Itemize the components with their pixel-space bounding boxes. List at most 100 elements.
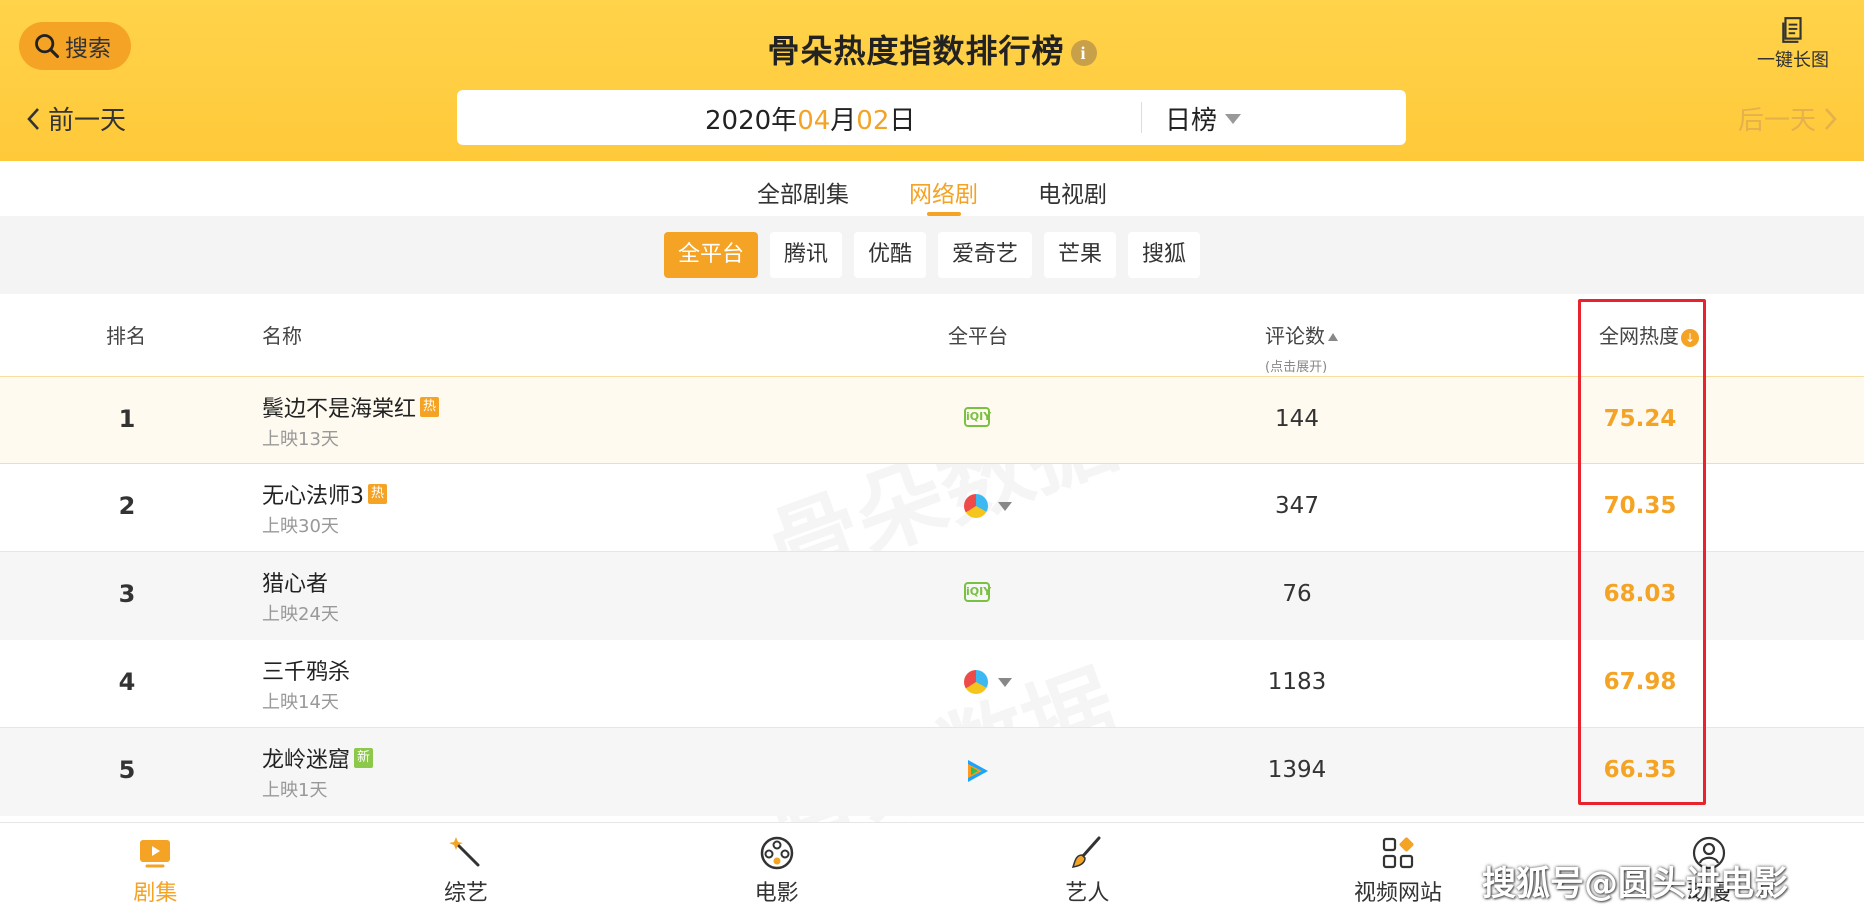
date-divider [1141,102,1142,133]
date-year-unit: 年 [771,106,798,136]
tencent-video-icon [968,760,988,782]
show-title[interactable]: 无心法师3 热 [262,478,388,510]
next-day-button[interactable]: 后一天 [1738,100,1838,137]
iqiyi-icon: iQIY [964,582,991,602]
table-row[interactable]: 1 鬓边不是海棠红热 上映13天 iQIY 144 75.24 [0,376,1864,464]
days-on-air: 上映24天 [262,604,339,625]
heat-value: 70.35 [1603,493,1677,519]
header-heat-label: 全网热度 [1599,324,1679,348]
platform-cell[interactable] [964,494,1012,518]
platform-chip-youku[interactable]: 优酷 [853,232,926,278]
heat-value: 68.03 [1603,581,1677,607]
info-icon[interactable]: i [1070,40,1097,66]
multi-platform-icon [964,494,988,518]
rank-number: 5 [118,756,136,784]
ranking-list: 1 鬓边不是海棠红热 上映13天 iQIY 144 75.24 2 无心法师3 热… [0,376,1864,816]
prev-day-button[interactable]: 前一天 [26,100,126,137]
chevron-left-icon [27,107,39,130]
caret-down-icon[interactable] [998,677,1012,687]
page-title: 骨朵热度指数排行榜 i [0,26,1864,72]
platform-chip-mango[interactable]: 芒果 [1044,232,1117,278]
source-watermark: 搜狐号@圆头讲电影 [1482,864,1788,904]
sort-desc-icon: ↓ [1681,329,1699,347]
platform-cell[interactable] [964,670,1012,694]
date-month-unit: 月 [830,106,857,136]
days-on-air: 上映30天 [262,516,339,537]
date-year: 2020 [705,106,772,136]
date-selector[interactable]: 2020年04月02日 日榜 [457,90,1406,145]
page-title-text: 骨朵热度指数排行榜 [767,32,1065,70]
nav-video-sites-label: 视频网站 [1354,881,1443,906]
hot-badge: 热 [420,397,440,417]
caret-down-icon [1225,113,1242,124]
show-title[interactable]: 三千鸦杀 [262,654,350,686]
tab-all-series[interactable]: 全部剧集 [727,161,879,216]
platform-cell: iQIY [964,407,991,427]
show-title-text: 鬓边不是海棠红 [262,397,417,422]
platform-chip-all[interactable]: 全平台 [663,232,758,278]
nav-movie[interactable]: 电影 [621,823,932,917]
multi-platform-icon [964,670,988,694]
platform-filter: 全平台 腾讯 优酷 爱奇艺 芒果 搜狐 [0,216,1864,294]
header-platform: 全平台 [948,324,1008,348]
table-row[interactable]: 2 无心法师3 热 上映30天 347 70.35 [0,464,1864,552]
heat-value: 66.35 [1603,757,1677,783]
nav-movie-label: 电影 [754,881,799,906]
hot-badge: 热 [368,484,388,504]
long-image-label: 一键长图 [1757,50,1829,71]
show-title[interactable]: 猎心者 [262,566,328,598]
nav-artist[interactable]: 艺人 [932,823,1243,917]
show-title[interactable]: 龙岭迷窟新 [262,742,374,774]
heat-value: 75.24 [1603,406,1677,432]
comment-count[interactable]: 1183 [1222,669,1372,695]
show-title-text: 龙岭迷窟 [262,748,351,773]
platform-chip-sohu[interactable]: 搜狐 [1128,232,1201,278]
category-tabs: 全部剧集 网络剧 电视剧 [0,161,1864,216]
header-rank: 排名 [106,324,146,348]
nav-series[interactable]: 剧集 [0,823,311,917]
days-on-air: 上映13天 [262,429,339,450]
rank-number: 1 [118,405,136,433]
nav-artist-label: 艺人 [1065,881,1110,906]
prev-day-label: 前一天 [48,106,127,136]
show-title-text: 无心法师3 [262,484,364,509]
show-title-text: 猎心者 [262,572,329,597]
header-comments[interactable]: 评论数 [1265,320,1338,349]
nav-variety[interactable]: 综艺 [311,823,622,917]
rank-number: 3 [118,580,136,608]
date-day: 02 [856,106,890,136]
next-day-label: 后一天 [1737,106,1816,136]
tab-tv-series[interactable]: 电视剧 [1008,161,1137,216]
rank-number: 4 [118,668,136,696]
header-comments-hint[interactable]: (点击展开) [1265,356,1327,375]
rank-number: 2 [118,492,136,520]
new-badge: 新 [354,748,374,768]
platform-chip-iqiyi[interactable]: 爱奇艺 [938,232,1033,278]
tab-web-series[interactable]: 网络剧 [879,161,1008,216]
days-on-air: 上映1天 [262,780,328,801]
nav-series-label: 剧集 [133,881,178,906]
rank-type-label: 日榜 [1165,106,1218,136]
comment-count[interactable]: 76 [1222,581,1372,607]
table-row[interactable]: 3 猎心者 上映24天 iQIY 76 68.03 [0,552,1864,640]
header-comments-label: 评论数 [1265,324,1325,348]
table-row[interactable]: 4 三千鸦杀 上映14天 1183 67.98 [0,640,1864,728]
header-name: 名称 [262,324,302,348]
brush-icon [1072,836,1101,868]
header-bar: 搜索 骨朵热度指数排行榜 i 一键长图 前一天 2020年04月02日 日榜 后一… [0,0,1864,161]
comment-count[interactable]: 1394 [1222,757,1372,783]
header-heat[interactable]: 全网热度 ↓ [1599,320,1699,349]
film-reel-icon [760,836,793,870]
heat-value: 67.98 [1603,669,1677,695]
rank-type-dropdown[interactable]: 日榜 [1165,100,1242,137]
comment-count[interactable]: 347 [1222,493,1372,519]
caret-down-icon[interactable] [998,501,1012,511]
table-row[interactable]: 5 龙岭迷窟新 上映1天 1394 66.35 [0,728,1864,816]
comment-count[interactable]: 144 [1222,406,1372,432]
long-image-button[interactable]: 一键长图 [1748,16,1838,72]
grid-apps-icon [1382,837,1414,869]
platform-chip-tencent[interactable]: 腾讯 [769,232,842,278]
show-title[interactable]: 鬓边不是海棠红热 [262,391,440,423]
document-icon [1782,17,1802,43]
chevron-right-icon [1825,107,1837,130]
